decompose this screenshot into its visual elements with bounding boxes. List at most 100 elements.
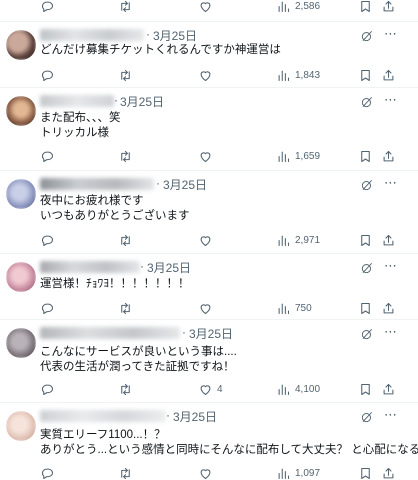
- post-text-line: どんだけ募集チケットくれるんですか神運営は: [40, 44, 281, 56]
- avatar[interactable]: [6, 411, 36, 441]
- share-button[interactable]: [381, 463, 396, 480]
- grok-button[interactable]: [360, 410, 374, 424]
- views-count: 2,971: [295, 234, 321, 246]
- share-button[interactable]: [381, 65, 396, 85]
- post-date[interactable]: 3月25日: [163, 176, 207, 193]
- like-button[interactable]: [198, 298, 213, 318]
- action-row: 1,659: [0, 146, 418, 166]
- author-name-blurred[interactable]: [40, 178, 154, 190]
- retweet-button[interactable]: [118, 379, 133, 399]
- like-button[interactable]: [198, 0, 213, 16]
- share-icon: [383, 150, 394, 161]
- post-6[interactable]: · 3月25日 ⋯ 実質エリーフ1100...！？ ありがとう...という感情と…: [0, 403, 418, 480]
- retweet-icon: [121, 383, 130, 395]
- reply-icon: [41, 303, 54, 314]
- grok-button[interactable]: [360, 95, 374, 109]
- author-name-blurred[interactable]: [40, 29, 144, 41]
- author-name-blurred[interactable]: [40, 261, 140, 273]
- share-button[interactable]: [381, 298, 396, 318]
- retweet-button[interactable]: [118, 0, 133, 16]
- grok-icon: [361, 31, 373, 42]
- reply-button[interactable]: [40, 65, 55, 85]
- more-button[interactable]: ⋯: [384, 175, 397, 191]
- views-button[interactable]: 2,586: [276, 0, 320, 16]
- action-row: 1,097: [0, 463, 418, 480]
- post-date[interactable]: 3月25日: [189, 325, 233, 342]
- reply-button[interactable]: [40, 379, 55, 399]
- views-button[interactable]: 1,843: [276, 65, 320, 85]
- post-date[interactable]: 3月25日: [147, 259, 191, 276]
- avatar[interactable]: [6, 179, 36, 209]
- reply-button[interactable]: [40, 230, 55, 250]
- grok-button[interactable]: [360, 29, 374, 43]
- grok-button[interactable]: [360, 327, 374, 341]
- post-1[interactable]: · 3月25日 ⋯ どんだけ募集チケットくれるんですか神運営は 1,843: [0, 22, 418, 94]
- bookmark-button[interactable]: [358, 65, 373, 85]
- grok-icon: [361, 412, 373, 423]
- more-button[interactable]: ⋯: [384, 407, 397, 423]
- views-button[interactable]: 1,097: [276, 463, 320, 480]
- grok-button[interactable]: [360, 261, 374, 275]
- bookmark-button[interactable]: [358, 298, 373, 318]
- views-button[interactable]: 2,971: [276, 230, 320, 250]
- like-icon: [200, 70, 211, 81]
- separator-dot: ·: [140, 259, 144, 273]
- post-date[interactable]: 3月25日: [120, 93, 164, 110]
- bookmark-button[interactable]: [358, 146, 373, 166]
- bookmark-button[interactable]: [358, 230, 373, 250]
- retweet-button[interactable]: [118, 230, 133, 250]
- bookmark-button[interactable]: [358, 0, 373, 16]
- retweet-button[interactable]: [118, 65, 133, 85]
- like-button[interactable]: [198, 146, 213, 166]
- reply-button[interactable]: [40, 463, 55, 480]
- reply-icon: [41, 384, 54, 395]
- author-name-blurred[interactable]: [40, 410, 166, 422]
- like-icon: [200, 384, 211, 395]
- like-button[interactable]: [198, 65, 213, 85]
- share-button[interactable]: [381, 379, 396, 399]
- retweet-button[interactable]: [118, 463, 133, 480]
- post-text: 運営様！ﾁｮﾜﾖ！！！！！！！: [40, 277, 190, 292]
- more-button[interactable]: ⋯: [384, 258, 397, 274]
- share-button[interactable]: [381, 146, 396, 166]
- post-3[interactable]: · 3月25日 ⋯ 夜中にお疲れ様です いつもありがとうございます 2,971: [0, 171, 418, 255]
- reply-button[interactable]: [40, 0, 55, 16]
- avatar[interactable]: [6, 328, 36, 358]
- like-button[interactable]: [198, 463, 213, 480]
- more-button[interactable]: ⋯: [384, 324, 397, 340]
- separator-dot: ·: [156, 176, 160, 190]
- avatar[interactable]: [6, 96, 36, 126]
- post-date[interactable]: 3月25日: [153, 27, 197, 44]
- grok-button[interactable]: [360, 178, 374, 192]
- post-date[interactable]: 3月25日: [173, 408, 217, 425]
- like-button[interactable]: [198, 230, 213, 250]
- reply-feed: 2,586 · 3月25日 ⋯ どんだけ募集チケットくれるんですか神運営は 1,…: [0, 0, 418, 480]
- reply-button[interactable]: [40, 298, 55, 318]
- views-button[interactable]: 4,100: [276, 379, 320, 399]
- views-icon: [278, 384, 290, 395]
- more-button[interactable]: ⋯: [384, 92, 397, 108]
- retweet-button[interactable]: [118, 298, 133, 318]
- views-button[interactable]: 750: [276, 298, 312, 318]
- retweet-button[interactable]: [118, 146, 133, 166]
- views-icon: [278, 468, 290, 479]
- post-2[interactable]: · 3月25日 ⋯ また配布、、、笑 トリッカル様 1,659: [0, 88, 418, 172]
- bookmark-button[interactable]: [358, 463, 373, 480]
- reply-button[interactable]: [40, 146, 55, 166]
- post-5[interactable]: · 3月25日 ⋯ こんなにサービスが良いという事は.... 代表の生活が潤って…: [0, 320, 418, 404]
- author-name-blurred[interactable]: [40, 327, 180, 339]
- more-button[interactable]: ⋯: [384, 26, 397, 42]
- views-button[interactable]: 1,659: [276, 146, 320, 166]
- post-text-line: また配布、、、笑: [40, 112, 121, 124]
- views-count: 1,843: [295, 69, 321, 81]
- bookmark-button[interactable]: [358, 379, 373, 399]
- post-text: 夜中にお疲れ様です いつもありがとうございます: [40, 194, 190, 224]
- views-count: 750: [295, 302, 312, 314]
- author-name-blurred[interactable]: [40, 95, 114, 107]
- share-button[interactable]: [381, 230, 396, 250]
- avatar[interactable]: [6, 262, 36, 292]
- post-4[interactable]: · 3月25日 ⋯ 運営様！ﾁｮﾜﾖ！！！！！！！ 750: [0, 254, 418, 322]
- avatar[interactable]: [6, 30, 36, 60]
- share-button[interactable]: [381, 0, 396, 16]
- like-button[interactable]: 4: [198, 379, 223, 399]
